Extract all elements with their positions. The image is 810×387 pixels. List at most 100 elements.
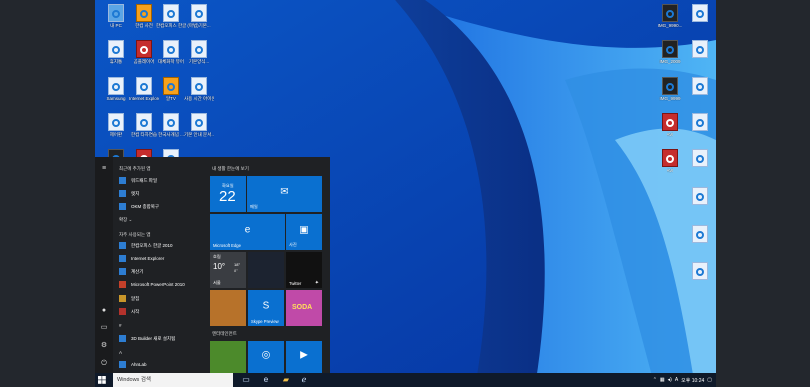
desktop-icon[interactable]: (마법)기본...: [184, 4, 214, 28]
shortcut-icon: [692, 4, 708, 22]
network-icon[interactable]: ▦: [660, 377, 665, 383]
file-explorer-icon[interactable]: ▰: [281, 375, 291, 385]
ie-taskbar-icon[interactable]: ℯ: [299, 375, 309, 385]
power-icon[interactable]: ⏻: [99, 360, 109, 368]
photos-icon: ▣: [299, 224, 309, 236]
shortcut-icon: [662, 40, 678, 58]
shortcut-icon: [692, 40, 708, 58]
candy-crush-tile[interactable]: [210, 290, 246, 326]
desktop-icon-label: AVI: [666, 168, 674, 173]
app-icon: [119, 295, 126, 302]
desktop-icon[interactable]: IMG_9990...: [655, 4, 685, 28]
desktop-icon-label: 사용 시간 아이콘 설정: [184, 96, 214, 101]
settings-icon[interactable]: ⚙: [99, 342, 109, 350]
desktop-icon[interactable]: 한컴 사전: [129, 4, 159, 28]
desktop-icon[interactable]: 대체화학 뷰어: [156, 40, 186, 64]
app-item[interactable]: 한컴오피스 한글 2010: [119, 240, 205, 251]
desktop-icon[interactable]: 알TV: [156, 77, 186, 101]
edge-taskbar-icon[interactable]: e: [261, 375, 271, 385]
volume-icon[interactable]: ◂): [668, 377, 672, 383]
desktop-icon[interactable]: 제어판: [101, 113, 131, 137]
shortcut-icon: [692, 77, 708, 95]
app-item[interactable]: Internet Explorer: [119, 253, 205, 264]
app-icon: [119, 308, 126, 315]
explorer-icon[interactable]: ▭: [99, 324, 109, 332]
desktop-icon[interactable]: 사용 시간 아이콘 설정: [184, 77, 214, 101]
desktop-icon-label: AVI: [666, 132, 674, 137]
app-item[interactable]: 계산기: [119, 266, 205, 277]
app-icon: [119, 335, 126, 342]
desktop-icon[interactable]: 한컴 타자연습: [129, 113, 159, 137]
chevron-up-icon[interactable]: ⌃: [653, 377, 657, 383]
app-item[interactable]: 엣지: [119, 188, 205, 199]
desktop-icon[interactable]: 한컴오피스 한글 2010: [156, 4, 186, 28]
shortcut-icon: [191, 40, 207, 58]
expand-button[interactable]: 확장 ⌄: [119, 217, 132, 223]
app-item[interactable]: 워드패드 파일: [119, 175, 205, 186]
desktop-icon-label: Samsung: [106, 96, 126, 101]
desktop-icon[interactable]: 기본 안내 문서...: [184, 113, 214, 137]
calendar-tile[interactable]: 화요일 22: [210, 176, 246, 212]
task-view-icon[interactable]: ▭: [241, 375, 251, 385]
app-item[interactable]: Microsoft PowerPoint 2010: [119, 279, 205, 290]
skype-tile[interactable]: S Skype Preview: [248, 290, 284, 326]
movies-tile[interactable]: ▶: [286, 341, 322, 373]
app-item[interactable]: 알집: [119, 293, 205, 304]
desktop-icon[interactable]: 휴지통: [101, 40, 131, 64]
desktop-icon-label: 한컴오피스 한글 2010: [156, 23, 186, 28]
twitter-tile[interactable]: Twitter ✦: [286, 252, 322, 288]
desktop-icon[interactable]: Internet Explorer: [129, 77, 159, 101]
desktop-icon[interactable]: [685, 187, 715, 206]
desktop-icon[interactable]: [685, 4, 715, 23]
desktop-icon[interactable]: AVI: [655, 113, 685, 137]
desktop-icon[interactable]: 곰플레이어: [129, 40, 159, 64]
shortcut-icon: [163, 40, 179, 58]
groove-tile[interactable]: ◎: [248, 341, 284, 373]
desktop-icon[interactable]: 기본양식...: [184, 40, 214, 64]
desktop-icon-label: 대체화학 뷰어: [157, 59, 185, 64]
shortcut-icon: [662, 4, 678, 22]
desktop-icon[interactable]: 내 PC: [101, 4, 131, 28]
desktop-icon[interactable]: [685, 113, 715, 132]
app-item[interactable]: 3D Builder 새로 설치됨: [119, 333, 205, 344]
app-icon: [119, 268, 126, 275]
desktop-icon[interactable]: AVI: [655, 149, 685, 173]
app-icon: [119, 177, 126, 184]
mail-tile[interactable]: ✉ 메일: [247, 176, 322, 212]
clock[interactable]: 오후 10:24: [681, 377, 704, 384]
notification-icon[interactable]: ▢: [707, 377, 712, 383]
soda-tile[interactable]: SODA: [286, 290, 322, 326]
system-tray: ⌃ ▦ ◂) A 오후 10:24 ▢: [653, 373, 712, 387]
search-box[interactable]: Windows 검색: [113, 373, 233, 387]
store-tile[interactable]: [248, 252, 284, 288]
desktop-icon[interactable]: Samsung: [101, 77, 131, 101]
hamburger-icon[interactable]: ≡: [99, 165, 109, 173]
shortcut-icon: [136, 77, 152, 95]
desktop-icon[interactable]: [685, 149, 715, 168]
shortcut-icon: [191, 113, 207, 131]
desktop-icon[interactable]: 한국사개념 ...: [156, 113, 186, 137]
desktop-icon[interactable]: [685, 225, 715, 244]
shortcut-icon: [108, 77, 124, 95]
start-button[interactable]: [95, 373, 109, 387]
weather-tile[interactable]: 흐림 10° 18° 8° 서울: [210, 252, 246, 288]
edge-tile[interactable]: e Microsoft Edge: [210, 214, 285, 250]
shortcut-icon: [662, 149, 678, 167]
desktop-icon-label: 내 PC: [110, 23, 122, 28]
user-avatar-icon[interactable]: ●: [99, 307, 109, 315]
desktop-icon[interactable]: IMG_9999: [655, 77, 685, 101]
shortcut-icon: [136, 113, 152, 131]
desktop-icon[interactable]: [685, 262, 715, 281]
mail-icon: ✉: [280, 186, 289, 198]
minecraft-tile[interactable]: [210, 341, 246, 373]
desktop-icon[interactable]: [685, 77, 715, 96]
photos-tile[interactable]: ▣ 사진: [286, 214, 322, 250]
desktop-icon[interactable]: IMG_2009: [655, 40, 685, 64]
skype-icon: S: [262, 300, 270, 312]
app-item[interactable]: AhnLab: [119, 359, 205, 370]
desktop-icon[interactable]: [685, 40, 715, 59]
app-item[interactable]: OKM 종합복구: [119, 201, 205, 212]
ime-indicator[interactable]: A: [675, 377, 678, 383]
shortcut-icon: [692, 262, 708, 280]
app-item[interactable]: 시작: [119, 306, 205, 317]
